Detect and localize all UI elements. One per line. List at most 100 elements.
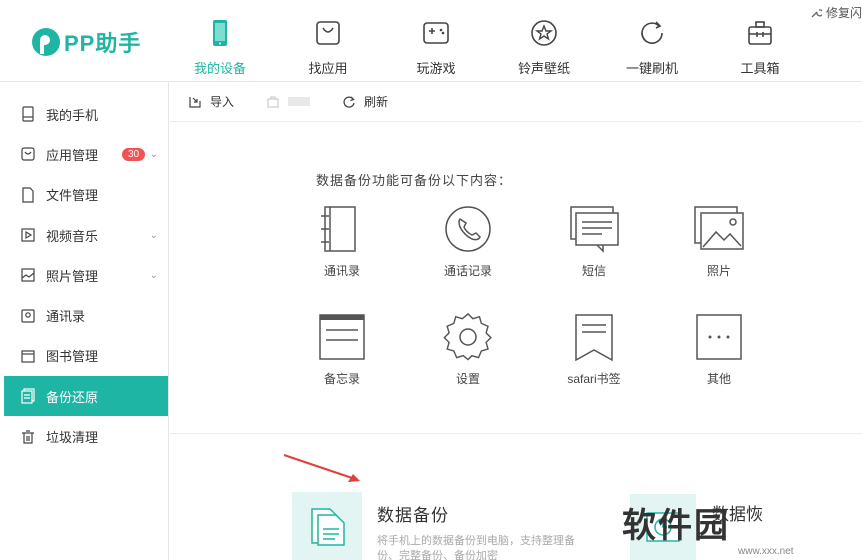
backup-item-label: 其他 [706,372,731,386]
backup-item-label: 短信 [581,264,606,278]
logo-text: PP助手 [64,31,142,56]
nav-play-game[interactable]: 玩游戏 [382,0,490,82]
pp-logo-icon [32,28,60,56]
backup-intro-text: 数据备份功能可备份以下内容： [316,173,513,188]
annotation-arrow-icon [283,454,360,482]
backup-item-settings[interactable]: 设置 [418,312,518,387]
sidebar-item-junk-cleanup[interactable]: 垃圾清理 [0,416,168,456]
backup-item-call-log[interactable]: 通话记录 [418,204,518,279]
import-icon [189,96,201,108]
sidebar-item-label: 通讯录 [46,309,86,325]
sidebar-item-video-music[interactable]: 视频音乐 ⌄ [0,215,168,255]
backup-item-sms[interactable]: 短信 [544,204,644,279]
nav-find-app[interactable]: 找应用 [274,0,382,82]
nav-label: 铃声壁纸 [517,61,570,76]
import-button[interactable]: 导入 [188,93,234,110]
contacts-icon [21,309,35,323]
nav-my-device[interactable]: 我的设备 [166,0,274,82]
sidebar-item-book-management[interactable]: 图书管理 [0,336,168,376]
phone-outline-icon [22,106,34,122]
data-backup-button[interactable] [292,492,362,560]
data-backup-description: 将手机上的数据备份到电脑，支持整理备份、完整备份、备份加密 [377,535,575,560]
nav-label: 我的设备 [193,61,246,76]
sms-icon [570,206,619,253]
nav-one-click-flash[interactable]: 一键刷机 [598,0,706,82]
toolbox-icon [748,21,772,45]
sidebar: 我的手机 应用管理 30 ⌄ 文件管理 视频音乐 ⌄ 照片管理 ⌄ 通讯录 图书… [0,82,169,560]
refresh-icon [343,96,355,108]
photos-icon [694,206,744,250]
backup-documents-icon [311,508,345,546]
toolbar: 导入 刷新 [170,82,862,122]
refresh-icon [641,21,663,44]
sidebar-item-file-management[interactable]: 文件管理 [0,175,168,215]
play-icon [21,228,35,242]
sidebar-item-label: 备份还原 [46,389,99,405]
bookmark-icon [575,314,613,362]
sidebar-item-my-phone[interactable]: 我的手机 [0,94,168,134]
backup-item-label: 通讯录 [323,264,360,278]
phone-icon [213,20,227,46]
export-button-disabled[interactable] [266,95,311,109]
backup-item-label: 设置 [455,372,480,386]
backup-item-label: 通话记录 [443,264,492,278]
book-icon [21,350,35,363]
export-label [288,97,311,106]
chevron-down-icon[interactable]: ⌄ [150,149,158,160]
sidebar-item-label: 视频音乐 [46,228,99,244]
backup-item-photos[interactable]: 照片 [669,204,769,279]
sidebar-item-contacts[interactable]: 通讯录 [0,295,168,335]
chevron-down-icon[interactable]: ⌄ [150,230,158,241]
photo-icon [21,268,35,282]
nav-toolbox[interactable]: 工具箱 [706,0,814,82]
backup-item-safari-bookmarks[interactable]: safari书签 [544,312,644,387]
repair-link[interactable]: 修复闪 [810,4,862,21]
backup-item-label: safari书签 [567,372,621,386]
repair-label: 修复闪 [825,6,862,20]
trash-icon [22,429,34,444]
backup-item-label: 备忘录 [323,372,360,386]
sidebar-item-label: 我的手机 [46,107,99,123]
nav-label: 找应用 [308,61,348,76]
backup-item-label: 照片 [706,264,731,278]
backup-icon [21,388,35,404]
sidebar-item-label: 照片管理 [46,268,99,284]
shopping-bag-icon [316,21,340,45]
refresh-button[interactable]: 刷新 [342,93,388,110]
nav-label: 玩游戏 [416,61,456,76]
watermark-text: 软件园 [622,507,730,545]
chevron-down-icon[interactable]: ⌄ [150,270,158,281]
nav-label: 工具箱 [740,61,780,76]
sidebar-item-app-management[interactable]: 应用管理 30 ⌄ [0,134,168,174]
memo-icon [319,314,365,360]
sidebar-item-backup-restore[interactable]: 备份还原 [4,376,168,417]
call-log-icon [445,206,491,252]
app-logo[interactable]: PP助手 [32,26,141,58]
watermark-url: www.xxx.net [738,546,794,557]
top-nav: 我的设备 找应用 玩游戏 铃声壁纸 一键刷机 工具箱 [166,0,814,82]
wrench-icon [811,8,822,17]
backup-item-other[interactable]: 其他 [669,312,769,387]
backup-item-memo[interactable]: 备忘录 [292,312,392,387]
section-divider [170,433,862,434]
sidebar-item-photo-management[interactable]: 照片管理 ⌄ [0,255,168,295]
import-label: 导入 [210,95,235,109]
export-icon [267,95,279,108]
file-icon [22,187,34,203]
nav-ringtone-wallpaper[interactable]: 铃声壁纸 [490,0,598,82]
sidebar-item-label: 应用管理 [46,147,99,163]
header: PP助手 我的设备 找应用 玩游戏 铃声壁纸 一键刷机 工具箱 修复闪 [0,0,862,82]
refresh-label: 刷新 [364,95,389,109]
update-count-badge: 30 [122,147,146,161]
data-backup-title[interactable]: 数据备份 [377,501,449,526]
settings-gear-icon [443,312,492,361]
app-icon [21,147,35,162]
sidebar-item-label: 文件管理 [46,188,99,204]
sidebar-item-label: 垃圾清理 [46,430,99,446]
nav-label: 一键刷机 [625,61,678,76]
star-icon [531,20,557,46]
gamepad-icon [423,22,449,44]
backup-item-contacts[interactable]: 通讯录 [292,204,392,279]
sidebar-item-label: 图书管理 [46,349,99,365]
address-book-icon [321,206,356,252]
